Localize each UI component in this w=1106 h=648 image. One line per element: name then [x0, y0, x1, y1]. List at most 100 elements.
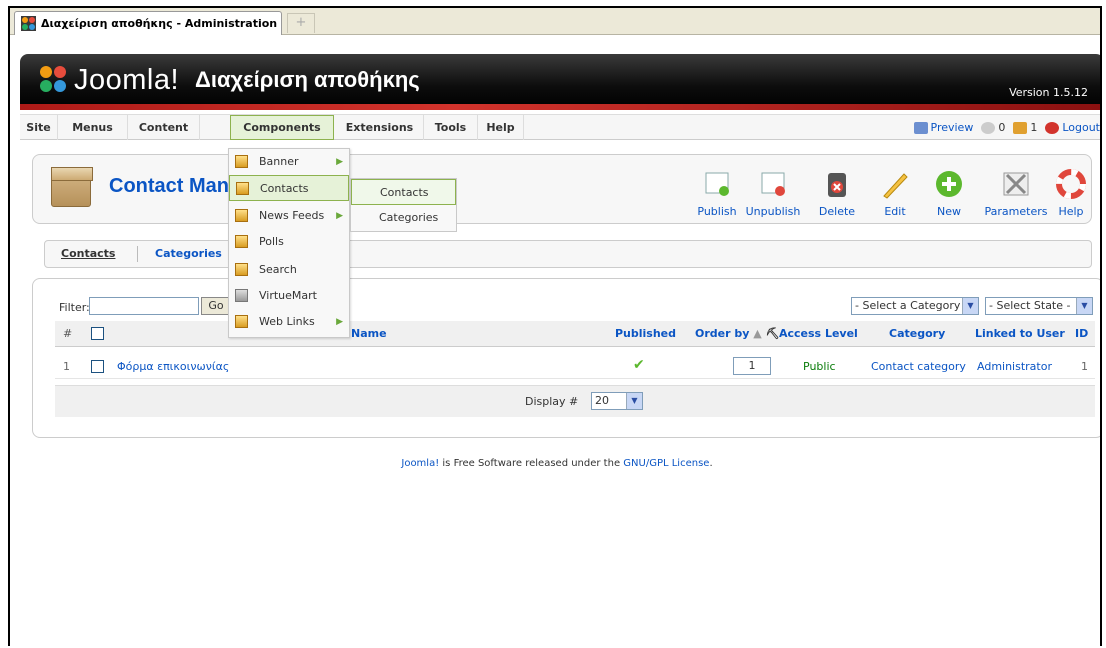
submenu-arrow-icon: ▶ — [336, 157, 343, 167]
dropdown-item-label: Web Links — [259, 315, 315, 328]
logout-link[interactable]: Logout — [1045, 121, 1100, 134]
edit-label: Edit — [884, 205, 906, 218]
display-count-label: Display # — [525, 395, 579, 408]
dropdown-item-label: Polls — [259, 235, 284, 248]
unpublish-icon — [758, 169, 788, 199]
header-number: # — [63, 327, 73, 340]
contact-box-icon — [51, 167, 93, 207]
select-all-checkbox[interactable] — [91, 327, 104, 340]
filter-label: Filter: — [59, 301, 90, 314]
table-row: 1 Φόρμα επικοινωνίας ✔ 1 Public Contact … — [55, 355, 1095, 379]
header-id[interactable]: ID — [1075, 327, 1088, 340]
gpl-license-link[interactable]: GNU/GPL License — [623, 458, 709, 469]
menu-menus[interactable]: Menus — [58, 115, 128, 140]
menu-site[interactable]: Site — [20, 115, 58, 140]
header-published[interactable]: Published — [615, 327, 676, 340]
header-name[interactable]: Name — [351, 327, 387, 340]
menu-help[interactable]: Help — [478, 115, 524, 140]
go-button[interactable]: Go — [201, 297, 231, 315]
new-button[interactable]: New — [921, 169, 977, 218]
users-count: 1 — [1030, 121, 1038, 134]
preview-link[interactable]: Preview — [913, 121, 973, 134]
order-input[interactable]: 1 — [733, 357, 771, 375]
publish-button[interactable]: Publish — [689, 169, 745, 218]
preview-icon — [913, 121, 928, 134]
menu-tools[interactable]: Tools — [424, 115, 478, 140]
save-order-icon[interactable]: ⛏ — [766, 327, 780, 340]
parameters-button[interactable]: Parameters — [981, 169, 1051, 218]
dropdown-item-contacts[interactable]: Contacts — [229, 175, 349, 201]
tab-categories[interactable]: Categories — [155, 247, 222, 260]
dropdown-item-label: Search — [259, 263, 297, 276]
messages-icon — [981, 121, 996, 134]
dropdown-item-search[interactable]: Search — [229, 257, 349, 283]
search-component-icon — [235, 263, 248, 276]
row-checkbox[interactable] — [91, 360, 104, 373]
submenu-arrow-icon: ▶ — [336, 317, 343, 327]
publish-icon — [702, 169, 732, 199]
contact-name-link[interactable]: Φόρμα επικοινωνίας — [117, 360, 229, 373]
pencil-icon — [880, 169, 910, 199]
plus-icon — [934, 169, 964, 199]
state-select-value: - Select State - — [989, 299, 1071, 312]
messages-indicator[interactable]: 0 — [981, 121, 1005, 134]
new-label: New — [937, 205, 961, 218]
joomla-link[interactable]: Joomla! — [401, 458, 439, 469]
row-number: 1 — [63, 360, 70, 373]
page-footer: Joomla! is Free Software released under … — [10, 458, 1100, 469]
display-count-select[interactable]: 20 ▼ — [591, 392, 643, 410]
toolbar-box: Contact Manager Publish Unpublish Delete… — [32, 154, 1092, 224]
unpublish-button[interactable]: Unpublish — [745, 169, 801, 218]
dropdown-item-banner[interactable]: Banner ▶ — [229, 149, 349, 175]
help-button[interactable]: Help — [1049, 169, 1093, 218]
linked-user-link[interactable]: Administrator — [977, 360, 1052, 373]
menu-components[interactable]: Components — [230, 115, 334, 140]
category-select[interactable]: - Select a Category - ▼ — [851, 297, 979, 315]
tab-contacts[interactable]: Contacts — [61, 247, 115, 260]
edit-button[interactable]: Edit — [867, 169, 923, 218]
main-menubar: Site Menus Content Components Extensions… — [20, 114, 1100, 140]
joomla-favicon-icon — [21, 16, 36, 31]
news-feeds-icon — [235, 209, 248, 222]
dropdown-item-virtuemart[interactable]: VirtueMart — [229, 283, 349, 309]
header-category[interactable]: Category — [889, 327, 945, 340]
menu-extensions[interactable]: Extensions — [336, 115, 424, 140]
access-level-link[interactable]: Public — [803, 360, 836, 373]
row-id: 1 — [1081, 360, 1088, 373]
browser-window: Διαχείριση αποθήκης - Administration + J… — [8, 6, 1102, 646]
dropdown-item-label: News Feeds — [259, 209, 325, 222]
dropdown-item-polls[interactable]: Polls — [229, 229, 349, 255]
submenu-item-contacts[interactable]: Contacts — [351, 179, 456, 205]
table-footer: Display # 20 ▼ — [55, 385, 1095, 417]
logout-label: Logout — [1062, 121, 1100, 134]
header-order-by[interactable]: Order by ▲ ⛏ — [695, 327, 780, 340]
dropdown-item-label: Banner — [259, 155, 299, 168]
published-check-icon[interactable]: ✔ — [633, 357, 645, 373]
joomla-logo-icon — [38, 64, 68, 97]
tab-divider — [137, 246, 138, 262]
delete-button[interactable]: Delete — [809, 169, 865, 218]
state-select[interactable]: - Select State - ▼ — [985, 297, 1093, 315]
new-tab-button[interactable]: + — [287, 13, 315, 33]
browser-tab[interactable]: Διαχείριση αποθήκης - Administration — [14, 11, 282, 35]
submenu-item-categories[interactable]: Categories — [351, 205, 456, 231]
users-indicator[interactable]: 1 — [1013, 121, 1037, 134]
contacts-list-panel: Filter: Go - Select a Category - ▼ - Sel… — [32, 278, 1100, 438]
dropdown-item-news-feeds[interactable]: News Feeds ▶ — [229, 203, 349, 229]
header-linked-user[interactable]: Linked to User — [975, 327, 1065, 340]
dropdown-item-label: VirtueMart — [259, 289, 317, 302]
menu-content[interactable]: Content — [128, 115, 200, 140]
display-count-value: 20 — [595, 394, 609, 407]
category-link[interactable]: Contact category — [871, 360, 966, 373]
admin-header: Joomla! Διαχείριση αποθήκης Version 1.5.… — [10, 36, 1100, 110]
dropdown-item-label: Contacts — [260, 182, 309, 195]
help-label: Help — [1058, 205, 1084, 218]
filter-input[interactable] — [89, 297, 199, 315]
header-access-level[interactable]: Access Level — [779, 327, 858, 340]
trash-icon — [822, 169, 852, 199]
footer-period: . — [709, 458, 713, 469]
chevron-down-icon: ▼ — [1076, 298, 1092, 314]
components-dropdown: Banner ▶ Contacts News Feeds ▶ Polls Sea… — [228, 148, 350, 338]
dropdown-item-web-links[interactable]: Web Links ▶ — [229, 309, 349, 335]
browser-tab-title: Διαχείριση αποθήκης - Administration — [41, 17, 278, 30]
